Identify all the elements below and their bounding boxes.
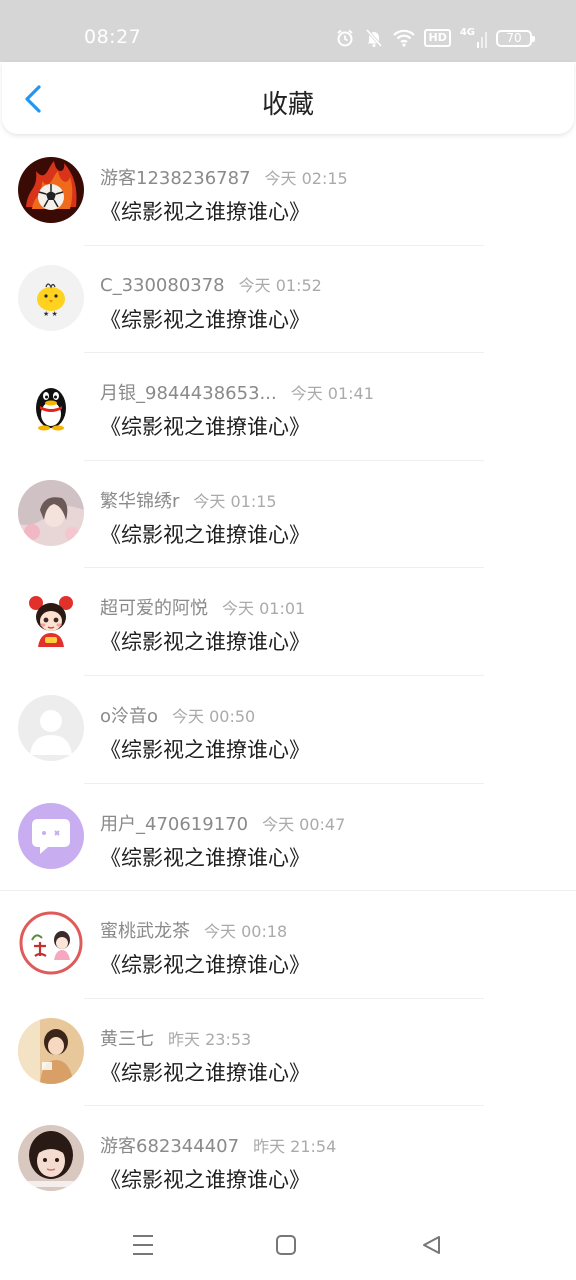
list-item[interactable]: o泠音o 今天 00:50 《综影视之谁撩谁心》 [0, 676, 576, 784]
item-meta: 繁华锦绣r 今天 01:15 [100, 487, 277, 513]
yellow-chick-icon: ★ ★ [18, 264, 84, 331]
mute-icon [364, 28, 384, 48]
book-title[interactable]: 《综影视之谁撩谁心》 [100, 626, 310, 656]
username: 游客1238236787 [100, 168, 251, 189]
book-title[interactable]: 《综影视之谁撩谁心》 [100, 734, 310, 764]
list-item[interactable]: 黄三七 昨天 23:53 《综影视之谁撩谁心》 [0, 999, 576, 1107]
timestamp: 昨天 23:53 [168, 1029, 252, 1049]
avatar[interactable] [18, 587, 84, 654]
item-meta: 游客682344407 昨天 21:54 [100, 1132, 336, 1158]
avatar[interactable] [18, 1017, 84, 1084]
book-title[interactable]: 《综影视之谁撩谁心》 [100, 949, 310, 979]
svg-text:★ ★: ★ ★ [43, 310, 58, 318]
menu-button[interactable] [130, 1232, 156, 1258]
avatar[interactable] [18, 157, 84, 223]
menu-icon [133, 1235, 153, 1255]
timestamp: 今天 01:52 [238, 275, 322, 295]
girl-face-icon [18, 1125, 84, 1192]
back-nav-button[interactable] [418, 1232, 444, 1258]
list-item[interactable]: 月银_9844438653... 今天 01:41 《综影视之谁撩谁心》 [0, 353, 576, 461]
username: 黄三七 [100, 1028, 154, 1050]
system-nav-bar [0, 1210, 576, 1280]
username: 游客682344407 [100, 1136, 240, 1158]
avatar[interactable] [18, 479, 84, 546]
wu-seal-icon [18, 910, 84, 977]
book-title[interactable]: 《综影视之谁撩谁心》 [100, 1057, 310, 1087]
avatar[interactable]: ★ ★ [18, 264, 84, 331]
item-meta: C_330080378 今天 01:52 [100, 272, 322, 296]
list-item[interactable]: 游客1238236787 今天 02:15 《综影视之谁撩谁心》 [0, 138, 576, 246]
username: 超可爱的阿悦 [100, 598, 208, 620]
item-meta: 游客1238236787 今天 02:15 [100, 164, 348, 190]
username: o泠音o [100, 705, 159, 727]
alarm-icon [335, 28, 355, 48]
wifi-icon [393, 29, 416, 47]
timestamp: 今天 01:01 [222, 599, 306, 619]
girl-photo-icon [18, 479, 84, 546]
avatar[interactable] [18, 1125, 84, 1192]
network-type: 4G [459, 27, 475, 38]
header: 收藏 [2, 62, 574, 134]
timestamp: 今天 00:18 [204, 922, 288, 942]
back-triangle-icon [423, 1236, 440, 1254]
status-bar: 08:27 HD 4G 70 [0, 0, 576, 62]
book-title[interactable]: 《综影视之谁撩谁心》 [100, 519, 310, 549]
book-title[interactable]: 《综影视之谁撩谁心》 [100, 842, 310, 872]
item-meta: 用户_470619170 今天 00:47 [100, 810, 345, 836]
timestamp: 今天 01:15 [193, 491, 277, 511]
item-meta: o泠音o 今天 00:50 [100, 702, 255, 728]
favorites-list: 游客1238236787 今天 02:15 《综影视之谁撩谁心》 ★ ★ C_33… [0, 138, 576, 1214]
home-button[interactable] [273, 1232, 299, 1258]
chat-bubble-icon [18, 802, 84, 869]
timestamp: 今天 00:50 [172, 706, 256, 726]
avatar[interactable] [18, 910, 84, 977]
list-item[interactable]: ★ ★ C_330080378 今天 01:52 《综影视之谁撩谁心》 [0, 246, 576, 354]
hd-badge: HD [424, 29, 451, 47]
football-fire-icon [18, 157, 84, 223]
timestamp: 今天 02:15 [264, 169, 348, 188]
page-title: 收藏 [261, 90, 314, 120]
avatar[interactable] [18, 372, 84, 439]
username: 用户_470619170 [100, 813, 249, 835]
penguin-icon [18, 372, 84, 439]
cartoon-girl-icon [18, 587, 84, 654]
username: 月银_9844438653... [100, 383, 277, 405]
list-item[interactable]: 用户_470619170 今天 00:47 《综影视之谁撩谁心》 [0, 784, 576, 892]
list-item[interactable]: 游客682344407 昨天 21:54 《综影视之谁撩谁心》 [0, 1106, 576, 1214]
list-item[interactable]: 蜜桃武龙茶 今天 00:18 《综影视之谁撩谁心》 [0, 891, 576, 999]
item-meta: 蜜桃武龙茶 今天 00:18 [100, 917, 287, 943]
list-item[interactable]: 超可爱的阿悦 今天 01:01 《综影视之谁撩谁心》 [0, 568, 576, 676]
list-item[interactable]: 繁华锦绣r 今天 01:15 《综影视之谁撩谁心》 [0, 461, 576, 569]
book-title[interactable]: 《综影视之谁撩谁心》 [100, 196, 310, 226]
item-meta: 超可爱的阿悦 今天 01:01 [100, 594, 305, 620]
book-title[interactable]: 《综影视之谁撩谁心》 [100, 411, 310, 441]
status-time: 08:27 [84, 26, 142, 48]
username: 蜜桃武龙茶 [100, 921, 190, 943]
timestamp: 今天 00:47 [262, 814, 346, 834]
username: 繁华锦绣r [100, 490, 180, 512]
avatar[interactable] [18, 802, 84, 869]
avatar[interactable] [18, 694, 84, 761]
default-user-icon [18, 694, 84, 761]
timestamp: 昨天 21:54 [253, 1137, 337, 1157]
item-meta: 月银_9844438653... 今天 01:41 [100, 379, 374, 405]
home-square-icon [276, 1235, 296, 1255]
timestamp: 今天 01:41 [290, 384, 374, 404]
battery-indicator: 70 [496, 29, 535, 47]
item-meta: 黄三七 昨天 23:53 [100, 1025, 251, 1051]
status-icons: HD 4G 70 [335, 26, 535, 50]
photo-icon [18, 1017, 84, 1084]
signal-icon: 4G [460, 28, 487, 48]
book-title[interactable]: 《综影视之谁撩谁心》 [100, 1164, 310, 1194]
book-title[interactable]: 《综影视之谁撩谁心》 [100, 304, 310, 334]
username: C_330080378 [100, 274, 225, 296]
